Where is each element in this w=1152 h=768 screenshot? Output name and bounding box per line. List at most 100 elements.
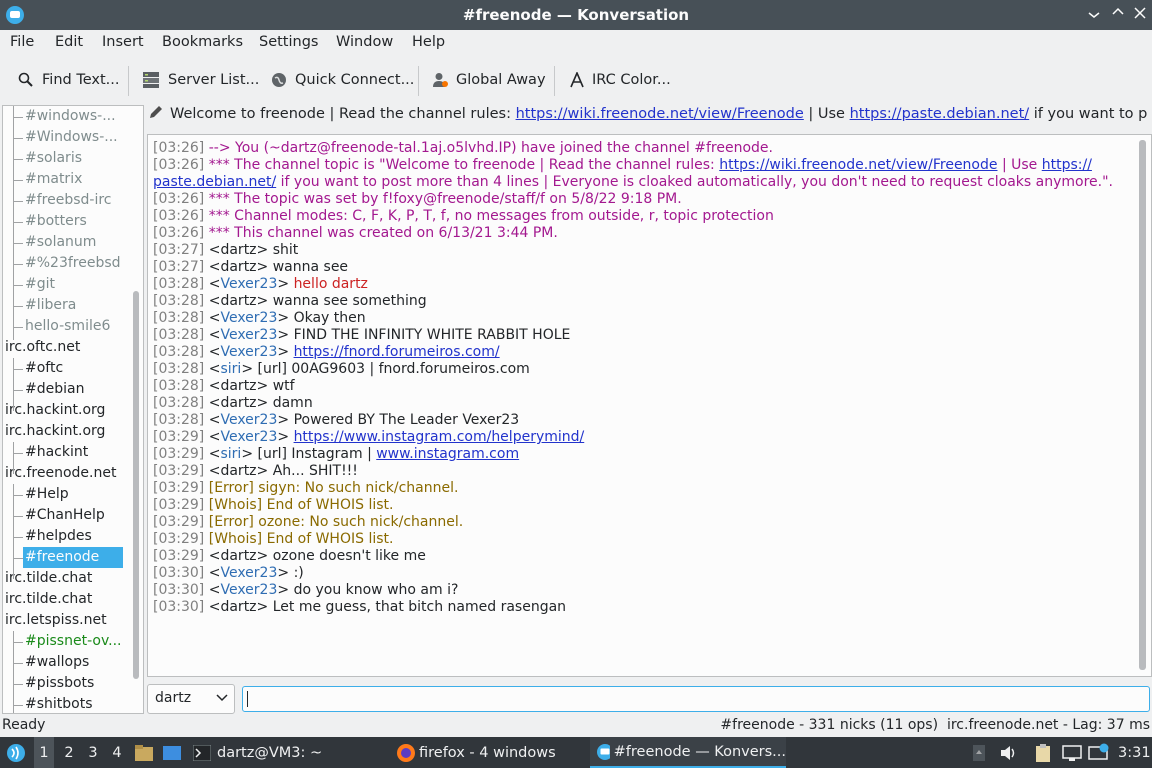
desktop-4[interactable]: 4 [110, 737, 124, 768]
tree-channel-item[interactable]: #%23freebsd [25, 253, 121, 274]
tree-channel-item[interactable]: #shitbots [25, 694, 93, 713]
message-link[interactable]: https://wiki.freenode.net/view/Freenode [719, 157, 997, 173]
tree-channel-item[interactable]: #oftc [25, 358, 63, 379]
tree-branch-line [13, 222, 23, 223]
message-nick[interactable]: siri [220, 361, 241, 377]
menu-file[interactable]: File [10, 34, 34, 50]
title-bar[interactable]: #freenode — Konversation [0, 0, 1152, 30]
file-manager-launcher[interactable] [134, 737, 154, 768]
find-text-button[interactable]: Find Text... [18, 70, 119, 90]
tree-channel-item[interactable]: #hackint [25, 442, 88, 463]
menu-settings[interactable]: Settings [259, 34, 318, 50]
tree-channel-item[interactable]: #solaris [25, 148, 82, 169]
message-text: End of WHOIS list. [266, 531, 394, 547]
message-link[interactable]: www.instagram.com [376, 446, 519, 462]
task-firefox[interactable]: firefox - 4 windows [396, 737, 556, 768]
message-nick[interactable]: dartz [220, 293, 256, 309]
tree-branch-line [13, 495, 23, 496]
tree-channel-item[interactable]: #pissnet-ov... [25, 631, 122, 652]
quick-connect-button[interactable]: Quick Connect... [271, 70, 414, 90]
message-text: *** Channel modes: C, F, K, P, T, f, no … [208, 208, 774, 224]
tree-server-item[interactable]: irc.tilde.chat [5, 568, 92, 589]
tree-channel-item[interactable]: #debian [25, 379, 84, 400]
message-nick[interactable]: Vexer23 [220, 327, 277, 343]
tree-channel-item[interactable]: #pissbots [25, 673, 94, 694]
global-away-button[interactable]: Global Away [432, 70, 546, 90]
message-nick[interactable]: Vexer23 [220, 344, 277, 360]
task-konversation[interactable]: #freenode — Konvers... [590, 737, 786, 768]
tree-channel-item[interactable]: #wallops [25, 652, 89, 673]
tree-server-item[interactable]: irc.tilde.chat [5, 589, 92, 610]
tray-expander[interactable] [972, 737, 986, 768]
clipboard-tray[interactable] [1034, 737, 1052, 768]
tree-channel-item[interactable]: #botters [25, 211, 87, 232]
tree-channel-item[interactable]: #Help [25, 484, 69, 505]
notifications-tray[interactable] [1088, 737, 1110, 768]
chat-scrollbar[interactable] [1139, 140, 1146, 670]
message-nick[interactable]: dartz [220, 395, 256, 411]
message-link[interactable]: https:// [1042, 157, 1092, 173]
desktop-2[interactable]: 2 [62, 737, 76, 768]
menu-bookmarks[interactable]: Bookmarks [162, 34, 243, 50]
close-button[interactable] [1130, 5, 1150, 25]
tree-server-item[interactable]: irc.letspiss.net [5, 610, 107, 631]
edit-topic-icon[interactable] [148, 104, 164, 120]
chat-message: [03:28] <Vexer23> https://fnord.forumeir… [153, 344, 500, 360]
message-nick[interactable]: Vexer23 [220, 276, 277, 292]
tree-server-item[interactable]: irc.freenode.net [5, 463, 116, 484]
menu-insert[interactable]: Insert [102, 34, 144, 50]
show-desktop-launcher[interactable] [162, 737, 182, 768]
tree-channel-item[interactable]: hello-smile6 [25, 316, 110, 337]
tree-channel-item[interactable]: #freenode [23, 547, 123, 568]
network-tray[interactable] [1062, 737, 1082, 768]
menu-help[interactable]: Help [412, 34, 445, 50]
message-nick[interactable]: dartz [220, 548, 256, 564]
tree-channel-item[interactable]: #git [25, 274, 55, 295]
message-nick[interactable]: Vexer23 [220, 310, 277, 326]
tree-server-item[interactable]: irc.oftc.net [5, 337, 80, 358]
menu-window[interactable]: Window [336, 34, 393, 50]
nickname-selector[interactable]: dartz [147, 684, 235, 714]
tree-channel-item[interactable]: #matrix [25, 169, 82, 190]
task-terminal[interactable]: dartz@VM3: ~ [193, 737, 322, 768]
message-nick[interactable]: dartz [220, 599, 256, 615]
volume-tray[interactable] [1000, 737, 1018, 768]
server-list-button[interactable]: Server List... [142, 70, 259, 90]
clock[interactable]: 3:31 [1118, 737, 1151, 768]
tree-channel-item[interactable]: #windows-... [25, 106, 116, 127]
minimize-button[interactable] [1084, 5, 1104, 25]
tree-channel-item[interactable]: #Windows-... [25, 127, 118, 148]
tree-server-item[interactable]: irc.hackint.org [5, 400, 105, 421]
message-nick[interactable]: dartz [220, 259, 256, 275]
irc-color-button[interactable]: IRC Color... [570, 70, 671, 90]
message-nick[interactable]: Vexer23 [220, 412, 277, 428]
tree-channel-item[interactable]: #ChanHelp [25, 505, 105, 526]
message-nick[interactable]: dartz [220, 378, 256, 394]
message-input[interactable] [242, 686, 1150, 712]
channel-tree[interactable]: #windows-... #Windows-... #solaris #matrix #… [2, 105, 144, 714]
message-nick[interactable]: Vexer23 [220, 582, 277, 598]
message-link[interactable]: https://fnord.forumeiros.com/ [294, 344, 500, 360]
topic-link-wiki[interactable]: https://wiki.freenode.net/view/Freenode [516, 106, 804, 122]
tree-channel-item[interactable]: #libera [25, 295, 76, 316]
message-nick[interactable]: siri [220, 446, 241, 462]
tree-channel-item[interactable]: #solanum [25, 232, 96, 253]
tree-channel-item[interactable]: #helpdes [25, 526, 92, 547]
message-nick[interactable]: dartz [220, 242, 256, 258]
tree-server-item[interactable]: irc.hackint.org [5, 421, 105, 442]
message-nick[interactable]: Vexer23 [220, 565, 277, 581]
chat-view[interactable]: [03:26] --> You (~dartz@freenode-tal.1aj… [147, 134, 1152, 677]
message-nick[interactable]: dartz [220, 463, 256, 479]
app-launcher-button[interactable] [6, 737, 26, 768]
desktop-1[interactable]: 1 [34, 737, 54, 768]
chat-message: [03:27] <dartz> wanna see [153, 259, 349, 275]
message-nick[interactable]: Vexer23 [220, 429, 277, 445]
topic-link-paste[interactable]: https://paste.debian.net/ [850, 106, 1030, 122]
tree-channel-item[interactable]: #freebsd-irc [25, 190, 112, 211]
maximize-button[interactable] [1108, 5, 1128, 25]
message-link[interactable]: paste.debian.net/ [153, 174, 276, 190]
message-link[interactable]: https://www.instagram.com/helperymind/ [294, 429, 585, 445]
menu-edit[interactable]: Edit [55, 34, 83, 50]
tree-scrollbar[interactable] [133, 291, 139, 679]
desktop-3[interactable]: 3 [86, 737, 100, 768]
